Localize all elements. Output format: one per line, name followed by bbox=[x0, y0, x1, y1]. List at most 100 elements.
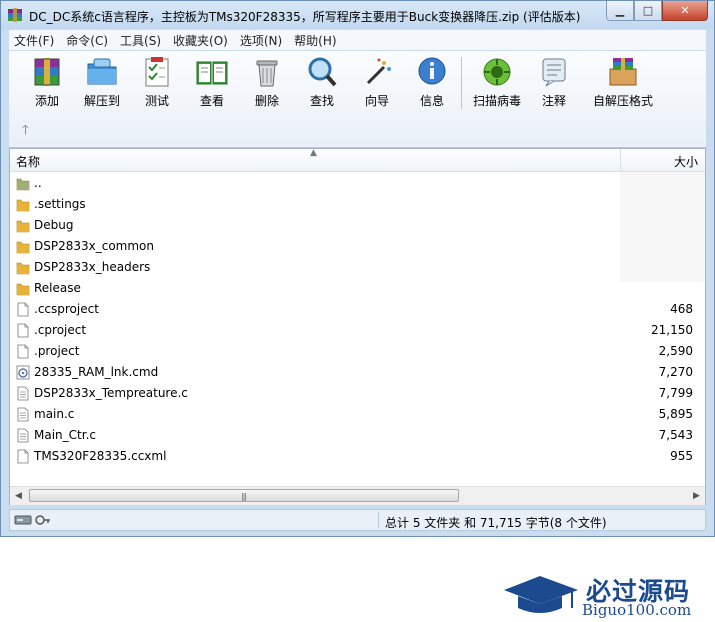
file-icon bbox=[16, 302, 30, 317]
c-source-file-icon bbox=[16, 428, 30, 443]
trash-icon bbox=[256, 60, 278, 87]
up-arrow-icon[interactable]: 🡑 bbox=[22, 121, 29, 143]
file-name: Debug bbox=[34, 218, 74, 232]
file-row[interactable]: TMS320F28335.ccxml 955 bbox=[10, 446, 705, 467]
folder-icon bbox=[16, 281, 30, 296]
scroll-grip-icon: ||| bbox=[241, 492, 247, 501]
add-archive-icon bbox=[34, 58, 60, 86]
comment-button[interactable]: 注释 bbox=[526, 55, 582, 113]
status-bar: 总计 5 文件夹 和 71,715 字节(8 个文件) bbox=[9, 509, 706, 531]
menu-options[interactable]: 选项(N) bbox=[235, 32, 289, 49]
extract-to-button[interactable]: 解压到 bbox=[74, 55, 130, 113]
list-header: 名称 ▲ 大小 bbox=[10, 148, 706, 172]
status-icons bbox=[14, 514, 51, 526]
cmd-file-icon bbox=[16, 365, 30, 380]
wizard-button[interactable]: 向导 bbox=[349, 55, 405, 113]
wizard-label: 向导 bbox=[364, 94, 389, 108]
file-row[interactable]: .cproject 21,150 bbox=[10, 320, 705, 341]
file-row[interactable]: Debug bbox=[10, 215, 705, 236]
file-name: Main_Ctr.c bbox=[34, 428, 96, 442]
menu-help[interactable]: 帮助(H) bbox=[289, 32, 343, 49]
parent-folder-icon bbox=[16, 176, 30, 191]
file-size: 468 bbox=[670, 302, 693, 316]
close-button[interactable]: ✕ bbox=[662, 1, 708, 21]
scroll-right-icon: ▶ bbox=[693, 491, 700, 501]
folder-icon bbox=[16, 218, 30, 233]
sfx-button[interactable]: 自解压格式 bbox=[587, 55, 659, 113]
file-row[interactable]: .ccsproject 468 bbox=[10, 299, 705, 320]
column-name-header[interactable]: 名称 bbox=[16, 153, 40, 170]
folder-icon bbox=[16, 260, 30, 275]
status-divider bbox=[378, 512, 379, 528]
horizontal-scrollbar[interactable]: ◀ ||| ▶ bbox=[10, 486, 705, 505]
file-row[interactable]: .project 2,590 bbox=[10, 341, 705, 362]
virus-scan-label: 扫描病毒 bbox=[472, 94, 521, 108]
column-size-label: 大小 bbox=[673, 155, 698, 169]
window-title: DC_DC系统c语言程序，主控板为TMs320F28335，所写程序主要用于Bu… bbox=[29, 10, 581, 24]
scroll-right-button[interactable]: ▶ bbox=[688, 487, 705, 505]
scroll-thumb[interactable]: ||| bbox=[29, 489, 459, 502]
sfx-box-icon bbox=[609, 58, 637, 86]
close-icon: ✕ bbox=[680, 4, 690, 17]
comment-icon bbox=[542, 58, 566, 87]
drive-icon[interactable] bbox=[14, 514, 32, 526]
file-size: 2,590 bbox=[658, 344, 693, 358]
key-icon[interactable] bbox=[35, 514, 51, 526]
test-label: 测试 bbox=[144, 94, 169, 108]
file-name: DSP2833x_headers bbox=[34, 260, 151, 274]
file-name: DSP2833x_common bbox=[34, 239, 154, 253]
find-button[interactable]: 查找 bbox=[294, 55, 350, 113]
winrar-app-icon bbox=[8, 8, 22, 22]
file-row[interactable]: .. bbox=[10, 173, 705, 194]
delete-button[interactable]: 删除 bbox=[239, 55, 295, 113]
app-window: DC_DC系统c语言程序，主控板为TMs320F28335，所写程序主要用于Bu… bbox=[0, 0, 715, 619]
sfx-label: 自解压格式 bbox=[592, 94, 653, 108]
add-button[interactable]: 添加 bbox=[19, 55, 75, 113]
minimize-button[interactable]: ▁ bbox=[606, 1, 634, 21]
maximize-button[interactable]: □ bbox=[634, 1, 662, 21]
file-name: .settings bbox=[34, 197, 86, 211]
column-size-header[interactable]: 大小 bbox=[620, 149, 706, 171]
menu-favorites[interactable]: 收藏夹(O) bbox=[168, 32, 235, 49]
minimize-icon: ▁ bbox=[615, 4, 625, 17]
test-button[interactable]: 测试 bbox=[129, 55, 185, 113]
file-row[interactable]: Main_Ctr.c 7,543 bbox=[10, 425, 705, 446]
title-bar: DC_DC系统c语言程序，主控板为TMs320F28335，所写程序主要用于Bu… bbox=[1, 1, 714, 29]
file-name: .cproject bbox=[34, 323, 87, 337]
file-name: 28335_RAM_lnk.cmd bbox=[34, 365, 159, 379]
scroll-left-icon: ◀ bbox=[15, 491, 22, 501]
sort-ascending-icon: ▲ bbox=[310, 148, 317, 158]
file-name: .project bbox=[34, 344, 80, 358]
test-checklist-icon bbox=[145, 57, 169, 87]
info-button[interactable]: 信息 bbox=[404, 55, 460, 113]
status-summary: 总计 5 文件夹 和 71,715 字节(8 个文件) bbox=[385, 516, 607, 530]
file-list: 名称 ▲ 大小 .. .settings Debug DSP2833x_common D… bbox=[9, 148, 706, 619]
file-size: 7,543 bbox=[658, 428, 693, 442]
menu-file[interactable]: 文件(F) bbox=[9, 32, 61, 49]
file-name: .ccsproject bbox=[34, 302, 99, 316]
file-icon bbox=[16, 344, 30, 359]
file-icon bbox=[16, 323, 30, 338]
maximize-icon: □ bbox=[642, 4, 654, 17]
view-book-icon bbox=[196, 61, 228, 85]
folder-icon bbox=[16, 239, 30, 254]
virus-scan-button[interactable]: 扫描病毒 bbox=[469, 55, 525, 113]
file-rows: .. .settings Debug DSP2833x_common DSP2833x_… bbox=[10, 173, 705, 467]
file-row[interactable]: main.c 5,895 bbox=[10, 404, 705, 425]
info-icon bbox=[418, 57, 446, 85]
file-row[interactable]: DSP2833x_headers bbox=[10, 257, 705, 278]
watermark-en-text: Biguo100.com bbox=[582, 601, 692, 619]
menu-tools[interactable]: 工具(S) bbox=[115, 32, 168, 49]
menu-command[interactable]: 命令(C) bbox=[61, 32, 115, 49]
file-row[interactable]: DSP2833x_common bbox=[10, 236, 705, 257]
menu-bar: 文件(F) 命令(C) 工具(S) 收藏夹(O) 选项(N) 帮助(H) bbox=[9, 30, 706, 50]
file-size: 7,270 bbox=[658, 365, 693, 379]
file-row[interactable]: 28335_RAM_lnk.cmd 7,270 bbox=[10, 362, 705, 383]
file-icon bbox=[16, 449, 30, 464]
file-row[interactable]: .settings bbox=[10, 194, 705, 215]
file-row[interactable]: DSP2833x_Tempreature.c 7,799 bbox=[10, 383, 705, 404]
file-row[interactable]: Release bbox=[10, 278, 705, 299]
scroll-left-button[interactable]: ◀ bbox=[10, 487, 27, 505]
file-size: 21,150 bbox=[651, 323, 693, 337]
view-button[interactable]: 查看 bbox=[184, 55, 240, 113]
